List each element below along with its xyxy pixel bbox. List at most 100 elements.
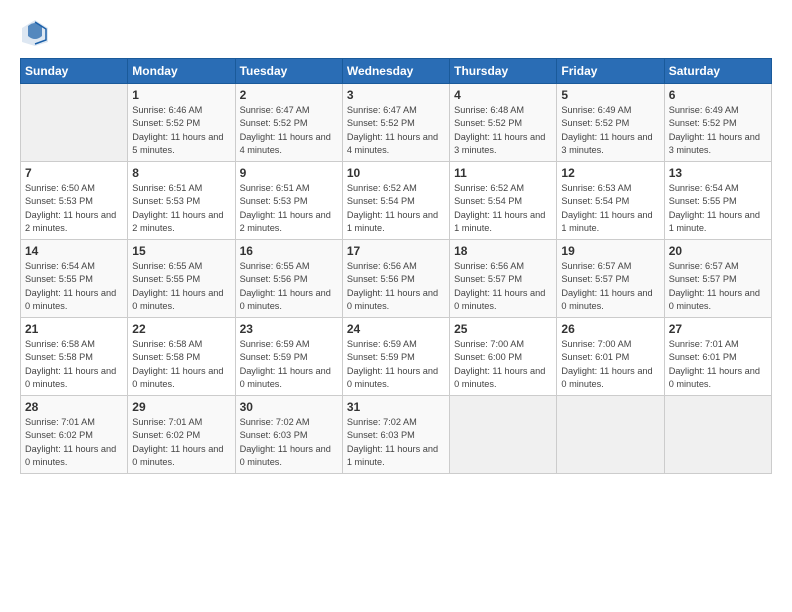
col-header-wednesday: Wednesday (342, 59, 449, 84)
day-cell: 13 Sunrise: 6:54 AMSunset: 5:55 PMDayligh… (664, 162, 771, 240)
day-cell: 3 Sunrise: 6:47 AMSunset: 5:52 PMDaylight… (342, 84, 449, 162)
day-info: Sunrise: 7:00 AMSunset: 6:01 PMDaylight:… (561, 338, 659, 391)
day-info: Sunrise: 6:53 AMSunset: 5:54 PMDaylight:… (561, 182, 659, 235)
calendar-body: 1 Sunrise: 6:46 AMSunset: 5:52 PMDaylight… (21, 84, 772, 474)
day-cell (664, 396, 771, 474)
day-number: 26 (561, 322, 659, 336)
day-cell: 17Sunrise: 6:56 AMSunset: 5:56 PMDayligh… (342, 240, 449, 318)
day-info: Sunrise: 6:58 AMSunset: 5:58 PMDaylight:… (132, 338, 230, 391)
day-cell: 25 Sunrise: 7:00 AMSunset: 6:00 PMDayligh… (450, 318, 557, 396)
col-header-tuesday: Tuesday (235, 59, 342, 84)
day-cell: 16 Sunrise: 6:55 AMSunset: 5:56 PMDayligh… (235, 240, 342, 318)
day-cell: 14 Sunrise: 6:54 AMSunset: 5:55 PMDayligh… (21, 240, 128, 318)
calendar-page: SundayMondayTuesdayWednesdayThursdayFrid… (0, 0, 792, 612)
week-row-2: 7 Sunrise: 6:50 AMSunset: 5:53 PMDaylight… (21, 162, 772, 240)
day-number: 25 (454, 322, 552, 336)
day-number: 9 (240, 166, 338, 180)
day-cell: 8Sunrise: 6:51 AMSunset: 5:53 PMDaylight… (128, 162, 235, 240)
day-number: 28 (25, 400, 123, 414)
day-number: 24 (347, 322, 445, 336)
day-number: 21 (25, 322, 123, 336)
day-cell: 28 Sunrise: 7:01 AMSunset: 6:02 PMDayligh… (21, 396, 128, 474)
day-info: Sunrise: 7:01 AMSunset: 6:02 PMDaylight:… (25, 416, 123, 469)
day-cell: 22 Sunrise: 6:58 AMSunset: 5:58 PMDayligh… (128, 318, 235, 396)
day-cell: 11Sunrise: 6:52 AMSunset: 5:54 PMDayligh… (450, 162, 557, 240)
day-number: 6 (669, 88, 767, 102)
day-info: Sunrise: 7:00 AMSunset: 6:00 PMDaylight:… (454, 338, 552, 391)
week-row-3: 14 Sunrise: 6:54 AMSunset: 5:55 PMDayligh… (21, 240, 772, 318)
day-number: 19 (561, 244, 659, 258)
day-cell: 26 Sunrise: 7:00 AMSunset: 6:01 PMDayligh… (557, 318, 664, 396)
header-row: SundayMondayTuesdayWednesdayThursdayFrid… (21, 59, 772, 84)
day-cell: 6 Sunrise: 6:49 AMSunset: 5:52 PMDaylight… (664, 84, 771, 162)
day-cell: 30 Sunrise: 7:02 AMSunset: 6:03 PMDayligh… (235, 396, 342, 474)
day-info: Sunrise: 6:48 AMSunset: 5:52 PMDaylight:… (454, 104, 552, 157)
day-number: 29 (132, 400, 230, 414)
day-cell: 29 Sunrise: 7:01 AMSunset: 6:02 PMDayligh… (128, 396, 235, 474)
day-number: 23 (240, 322, 338, 336)
day-number: 12 (561, 166, 659, 180)
day-info: Sunrise: 7:01 AMSunset: 6:01 PMDaylight:… (669, 338, 767, 391)
day-number: 7 (25, 166, 123, 180)
week-row-1: 1 Sunrise: 6:46 AMSunset: 5:52 PMDaylight… (21, 84, 772, 162)
day-cell: 18Sunrise: 6:56 AMSunset: 5:57 PMDayligh… (450, 240, 557, 318)
day-cell: 23 Sunrise: 6:59 AMSunset: 5:59 PMDayligh… (235, 318, 342, 396)
day-info: Sunrise: 6:46 AMSunset: 5:52 PMDaylight:… (132, 104, 230, 157)
col-header-monday: Monday (128, 59, 235, 84)
day-cell: 31Sunrise: 7:02 AMSunset: 6:03 PMDayligh… (342, 396, 449, 474)
day-cell: 1 Sunrise: 6:46 AMSunset: 5:52 PMDaylight… (128, 84, 235, 162)
day-cell: 21 Sunrise: 6:58 AMSunset: 5:58 PMDayligh… (21, 318, 128, 396)
day-info: Sunrise: 6:54 AMSunset: 5:55 PMDaylight:… (669, 182, 767, 235)
week-row-4: 21 Sunrise: 6:58 AMSunset: 5:58 PMDayligh… (21, 318, 772, 396)
day-number: 8 (132, 166, 230, 180)
calendar-header: SundayMondayTuesdayWednesdayThursdayFrid… (21, 59, 772, 84)
day-info: Sunrise: 6:49 AMSunset: 5:52 PMDaylight:… (669, 104, 767, 157)
day-number: 4 (454, 88, 552, 102)
day-info: Sunrise: 6:57 AMSunset: 5:57 PMDaylight:… (669, 260, 767, 313)
day-info: Sunrise: 6:49 AMSunset: 5:52 PMDaylight:… (561, 104, 659, 157)
day-number: 22 (132, 322, 230, 336)
day-number: 14 (25, 244, 123, 258)
day-cell: 2Sunrise: 6:47 AMSunset: 5:52 PMDaylight… (235, 84, 342, 162)
day-number: 30 (240, 400, 338, 414)
day-number: 10 (347, 166, 445, 180)
day-cell: 15Sunrise: 6:55 AMSunset: 5:55 PMDayligh… (128, 240, 235, 318)
day-number: 20 (669, 244, 767, 258)
day-number: 27 (669, 322, 767, 336)
day-number: 1 (132, 88, 230, 102)
day-info: Sunrise: 7:02 AMSunset: 6:03 PMDaylight:… (240, 416, 338, 469)
day-cell: 9 Sunrise: 6:51 AMSunset: 5:53 PMDaylight… (235, 162, 342, 240)
day-cell: 24 Sunrise: 6:59 AMSunset: 5:59 PMDayligh… (342, 318, 449, 396)
day-info: Sunrise: 6:52 AMSunset: 5:54 PMDaylight:… (454, 182, 552, 235)
day-info: Sunrise: 6:55 AMSunset: 5:55 PMDaylight:… (132, 260, 230, 313)
day-number: 13 (669, 166, 767, 180)
day-info: Sunrise: 7:01 AMSunset: 6:02 PMDaylight:… (132, 416, 230, 469)
day-cell: 20 Sunrise: 6:57 AMSunset: 5:57 PMDayligh… (664, 240, 771, 318)
day-info: Sunrise: 6:47 AMSunset: 5:52 PMDaylight:… (347, 104, 445, 157)
day-cell: 4 Sunrise: 6:48 AMSunset: 5:52 PMDaylight… (450, 84, 557, 162)
day-cell (21, 84, 128, 162)
day-cell: 19 Sunrise: 6:57 AMSunset: 5:57 PMDayligh… (557, 240, 664, 318)
day-info: Sunrise: 6:59 AMSunset: 5:59 PMDaylight:… (240, 338, 338, 391)
logo-icon (20, 18, 50, 48)
day-info: Sunrise: 6:59 AMSunset: 5:59 PMDaylight:… (347, 338, 445, 391)
day-cell: 10 Sunrise: 6:52 AMSunset: 5:54 PMDayligh… (342, 162, 449, 240)
col-header-saturday: Saturday (664, 59, 771, 84)
day-info: Sunrise: 6:55 AMSunset: 5:56 PMDaylight:… (240, 260, 338, 313)
day-info: Sunrise: 6:50 AMSunset: 5:53 PMDaylight:… (25, 182, 123, 235)
col-header-thursday: Thursday (450, 59, 557, 84)
day-info: Sunrise: 6:52 AMSunset: 5:54 PMDaylight:… (347, 182, 445, 235)
day-info: Sunrise: 6:58 AMSunset: 5:58 PMDaylight:… (25, 338, 123, 391)
week-row-5: 28 Sunrise: 7:01 AMSunset: 6:02 PMDayligh… (21, 396, 772, 474)
day-info: Sunrise: 6:54 AMSunset: 5:55 PMDaylight:… (25, 260, 123, 313)
calendar-table: SundayMondayTuesdayWednesdayThursdayFrid… (20, 58, 772, 474)
day-info: Sunrise: 6:51 AMSunset: 5:53 PMDaylight:… (240, 182, 338, 235)
day-cell: 7 Sunrise: 6:50 AMSunset: 5:53 PMDaylight… (21, 162, 128, 240)
day-info: Sunrise: 7:02 AMSunset: 6:03 PMDaylight:… (347, 416, 445, 469)
day-cell: 5Sunrise: 6:49 AMSunset: 5:52 PMDaylight… (557, 84, 664, 162)
day-number: 16 (240, 244, 338, 258)
day-number: 17 (347, 244, 445, 258)
day-number: 3 (347, 88, 445, 102)
day-info: Sunrise: 6:47 AMSunset: 5:52 PMDaylight:… (240, 104, 338, 157)
day-info: Sunrise: 6:57 AMSunset: 5:57 PMDaylight:… (561, 260, 659, 313)
